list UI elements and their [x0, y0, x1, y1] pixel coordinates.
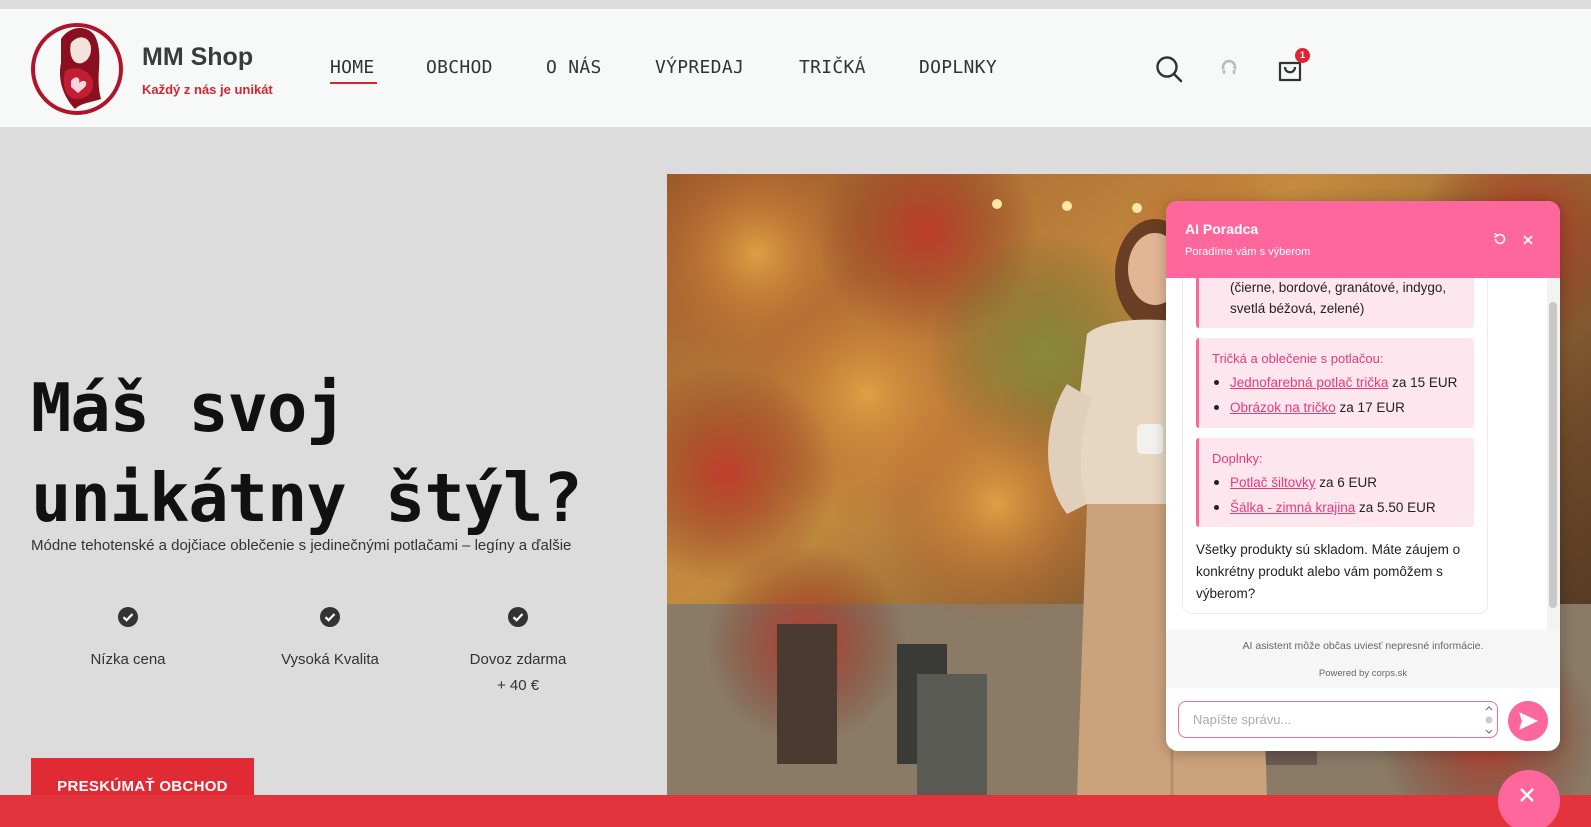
refresh-icon[interactable]: [1492, 231, 1508, 247]
chat-subtitle: Poradíme vám s výberom: [1185, 246, 1311, 258]
nav-item-home[interactable]: HOME: [330, 57, 375, 78]
product-link-image-tshirt[interactable]: Obrázok na tričko: [1230, 400, 1336, 415]
chat-toggle-button[interactable]: [1498, 770, 1560, 827]
product-price: za 6 EUR: [1315, 475, 1378, 490]
powered-by: Powered by corps.sk: [1318, 668, 1408, 679]
hero-title-line-1: Máš svoj: [31, 369, 347, 447]
nav-item-tricka[interactable]: TRIČKÁ: [799, 57, 866, 78]
card-title: Tričká a oblečenie s potlačou:: [1212, 351, 1384, 366]
nav-item-o-nas[interactable]: O NÁS: [546, 57, 602, 78]
list-item: Potlač šiltovky za 6 EUR: [1230, 475, 1377, 490]
feature-label-shipping-threshold: + 40 €: [496, 677, 540, 694]
brand-logo[interactable]: [31, 19, 125, 117]
bottom-red-bar: [0, 795, 1591, 827]
ai-chat-widget: AI Poradca Poradíme vám s výberom (čiern…: [1166, 201, 1560, 751]
cart-count-badge: 1: [1295, 48, 1310, 63]
chat-scrollbar-thumb[interactable]: [1549, 302, 1557, 608]
input-resize-handle-icon: [1485, 706, 1493, 734]
chat-header: AI Poradca Poradíme vám s výberom: [1166, 201, 1560, 278]
check-circle-icon: [118, 607, 138, 627]
nav-item-doplnky[interactable]: DOPLNKY: [919, 57, 997, 78]
list-item: Jednofarebná potlač trička za 15 EUR: [1230, 375, 1457, 390]
message-card-colors: (čierne, bordové, granátové, indygo, sve…: [1196, 278, 1474, 328]
product-price: za 15 EUR: [1388, 375, 1458, 390]
nav-item-obchod[interactable]: OBCHOD: [426, 57, 493, 78]
close-icon[interactable]: [1521, 233, 1535, 247]
card-text: svetlá béžová, zelené): [1230, 301, 1365, 316]
nav-active-indicator: [330, 82, 377, 84]
message-card-accessories: Doplnky: Potlač šiltovky za 6 EUR Šálka …: [1196, 438, 1474, 527]
top-strip: [0, 0, 1591, 9]
hero-subtitle: Módne tehotenské a dojčiace oblečenie s …: [31, 537, 572, 554]
check-circle-icon: [508, 607, 528, 627]
list-bullet: [1214, 380, 1219, 385]
chat-footer: AI asistent môže občas uviesť nepresné i…: [1166, 630, 1560, 688]
user-icon[interactable]: [1220, 59, 1238, 77]
list-bullet: [1214, 505, 1219, 510]
product-price: za 5.50 EUR: [1355, 500, 1436, 515]
assistant-closing-text: Všetky produkty sú skladom. Máte záujem …: [1196, 542, 1461, 601]
product-link-cap-print[interactable]: Potlač šiltovky: [1230, 475, 1316, 490]
nav-item-vypredaj[interactable]: VÝPREDAJ: [655, 57, 744, 78]
chat-title: AI Poradca: [1185, 221, 1259, 237]
search-icon[interactable]: [1155, 55, 1183, 83]
product-link-mug-winter[interactable]: Šálka - zimná krajina: [1230, 500, 1355, 515]
send-button[interactable]: [1508, 701, 1548, 741]
list-item: Šálka - zimná krajina za 5.50 EUR: [1230, 500, 1436, 515]
chat-message-input[interactable]: [1178, 701, 1498, 738]
product-price: za 17 EUR: [1335, 400, 1405, 415]
chat-messages[interactable]: (čierne, bordové, granátové, indygo, sve…: [1166, 278, 1560, 630]
card-text: (čierne, bordové, granátové, indygo,: [1230, 280, 1447, 295]
brand-name[interactable]: MM Shop: [142, 43, 253, 72]
check-circle-icon: [320, 607, 340, 627]
list-item: Obrázok na tričko za 17 EUR: [1230, 400, 1405, 415]
feature-label-price: Nízka cena: [90, 651, 166, 668]
card-title: Doplnky:: [1212, 451, 1263, 466]
brand-tagline: Každý z nás je unikát: [142, 82, 273, 97]
list-bullet: [1214, 480, 1219, 485]
hero-title-line-2: unikátny štýl?: [31, 459, 583, 537]
product-link-tshirt-print[interactable]: Jednofarebná potlač trička: [1230, 375, 1388, 390]
feature-label-quality: Vysoká Kvalita: [281, 651, 379, 668]
message-card-tshirts: Tričká a oblečenie s potlačou: Jednofare…: [1196, 338, 1474, 428]
feature-label-shipping: Dovoz zdarma: [469, 651, 567, 668]
list-bullet: [1214, 405, 1219, 410]
hero-title: Máš svoj unikátny štýl?: [31, 363, 671, 543]
chat-disclaimer: AI asistent môže občas uviesť nepresné i…: [1242, 640, 1484, 652]
